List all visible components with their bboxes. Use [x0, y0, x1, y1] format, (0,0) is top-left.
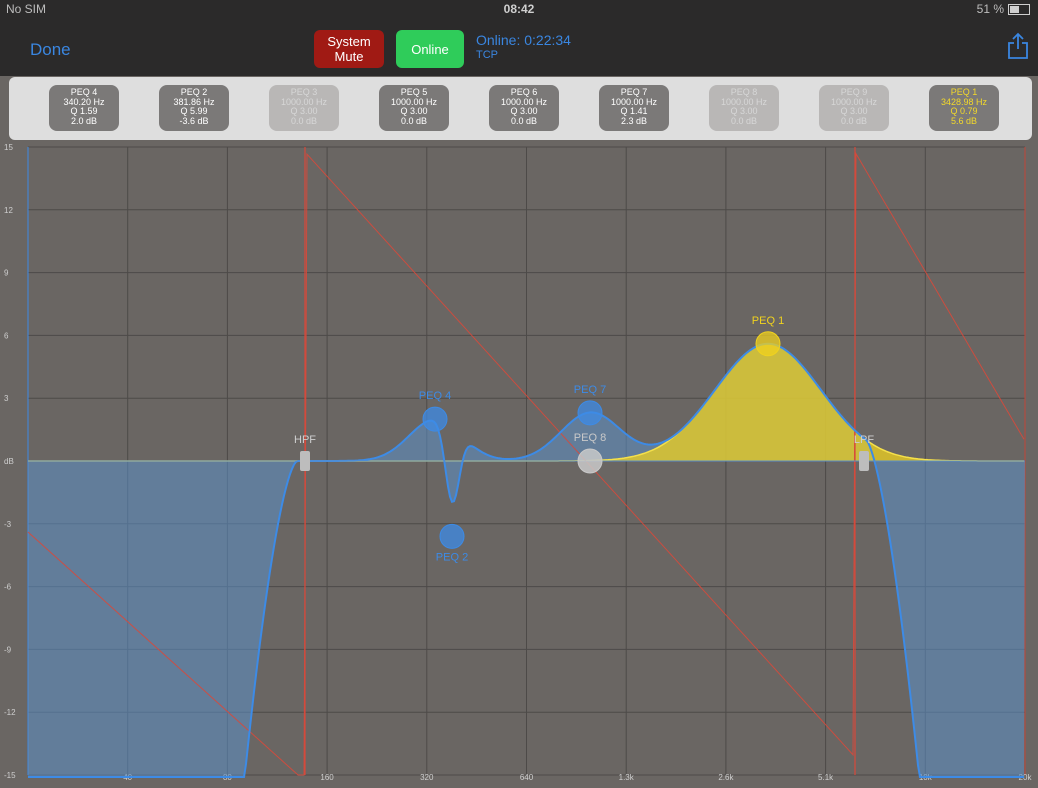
y-tick-label: -12 [4, 708, 16, 717]
peq7-handle[interactable] [577, 400, 603, 426]
x-tick-label: 1.3k [619, 773, 635, 782]
hpf-handle[interactable] [300, 451, 310, 471]
y-tick-label: -15 [4, 771, 16, 780]
eq-graph-canvas[interactable]: 1512963dB-3-6-9-12-15 40 80 160 320 640 1.3k 2.… [0, 142, 1038, 783]
x-tick-label: 320 [420, 773, 434, 782]
peq2-handle[interactable] [439, 523, 465, 549]
battery-icon [1008, 3, 1030, 15]
band-card-peq7[interactable]: PEQ 7 1000.00 Hz Q 1.41 2.3 dB [599, 85, 669, 131]
peq1-handle[interactable] [755, 331, 781, 357]
band-gain: -3.6 dB [179, 115, 209, 126]
peq4-label: PEQ 4 [419, 390, 451, 402]
lpf-label: LPF [854, 434, 874, 446]
y-tick-label: -9 [4, 645, 12, 654]
y-tick-label: -3 [4, 520, 12, 529]
band-card-peq5[interactable]: PEQ 5 1000.00 Hz Q 3.00 0.0 dB [379, 85, 449, 131]
y-tick-label: 15 [4, 143, 13, 152]
lpf-handle[interactable] [859, 451, 869, 471]
band-card-peq1[interactable]: PEQ 1 3428.98 Hz Q 0.79 5.6 dB [929, 85, 999, 131]
y-tick-label: -6 [4, 583, 12, 592]
peq7-label: PEQ 7 [574, 384, 606, 396]
peq8-label: PEQ 8 [574, 432, 606, 444]
peq8-handle[interactable] [577, 448, 603, 474]
peq-band-strip: PEQ 4 340.20 Hz Q 1.59 2.0 dB PEQ 2 381.86 Hz… [9, 77, 1032, 140]
eq-graph[interactable]: 15 12 9 6 3 dB -3 -6 -9 -12 -15 40 80 160 320 640 1.3k 2.… [0, 142, 1038, 783]
band-card-peq8[interactable]: PEQ 8 1000.00 Hz Q 3.00 0.0 dB [709, 85, 779, 131]
band-card-peq2[interactable]: PEQ 2 381.86 Hz Q 5.99 -3.6 dB [159, 85, 229, 131]
nav-bar: Done System Mute Online Online: 0:22:34 … [0, 18, 1038, 76]
y-tick-label: dB [4, 457, 14, 466]
online-button[interactable]: Online [396, 30, 464, 68]
band-card-peq3[interactable]: PEQ 3 1000.00 Hz Q 3.00 0.0 dB [269, 85, 339, 131]
band-gain: 0.0 dB [510, 115, 538, 126]
band-card-peq4[interactable]: PEQ 4 340.20 Hz Q 1.59 2.0 dB [49, 85, 119, 131]
system-mute-button[interactable]: System Mute [314, 30, 384, 68]
battery-indicator: 51 % [977, 2, 1030, 16]
protocol-label: TCP [476, 49, 498, 61]
band-gain: 5.6 dB [950, 115, 978, 126]
band-gain: 0.0 dB [730, 115, 758, 126]
band-gain: 0.0 dB [840, 115, 868, 126]
peq4-handle[interactable] [422, 406, 448, 432]
y-tick-label: 9 [4, 269, 9, 278]
x-tick-label: 2.6k [718, 773, 734, 782]
clock: 08:42 [503, 2, 535, 16]
y-tick-label: 6 [4, 331, 9, 340]
x-tick-label: 640 [520, 773, 534, 782]
band-gain: 0.0 dB [400, 115, 428, 126]
x-tick-label: 5.1k [818, 773, 834, 782]
share-icon[interactable] [1006, 32, 1030, 60]
peq2-label: PEQ 2 [436, 551, 468, 563]
band-card-peq9[interactable]: PEQ 9 1000.00 Hz Q 3.00 0.0 dB [819, 85, 889, 131]
battery-percent: 51 % [976, 2, 1004, 16]
band-gain: 0.0 dB [290, 115, 318, 126]
band-gain: 2.0 dB [70, 115, 98, 126]
done-button[interactable]: Done [30, 40, 71, 60]
band-card-peq6[interactable]: PEQ 6 1000.00 Hz Q 3.00 0.0 dB [489, 85, 559, 131]
hpf-label: HPF [294, 434, 316, 446]
band-gain: 2.3 dB [620, 115, 648, 126]
y-tick-label: 12 [4, 206, 13, 215]
status-bar: No SIM 08:42 51 % [0, 0, 1038, 18]
y-tick-label: 3 [4, 394, 9, 403]
online-timer: Online: 0:22:34 [476, 32, 571, 48]
connection-status: Online: 0:22:34 TCP [476, 32, 571, 61]
x-tick-label: 160 [320, 773, 334, 782]
peq1-label: PEQ 1 [752, 315, 784, 327]
